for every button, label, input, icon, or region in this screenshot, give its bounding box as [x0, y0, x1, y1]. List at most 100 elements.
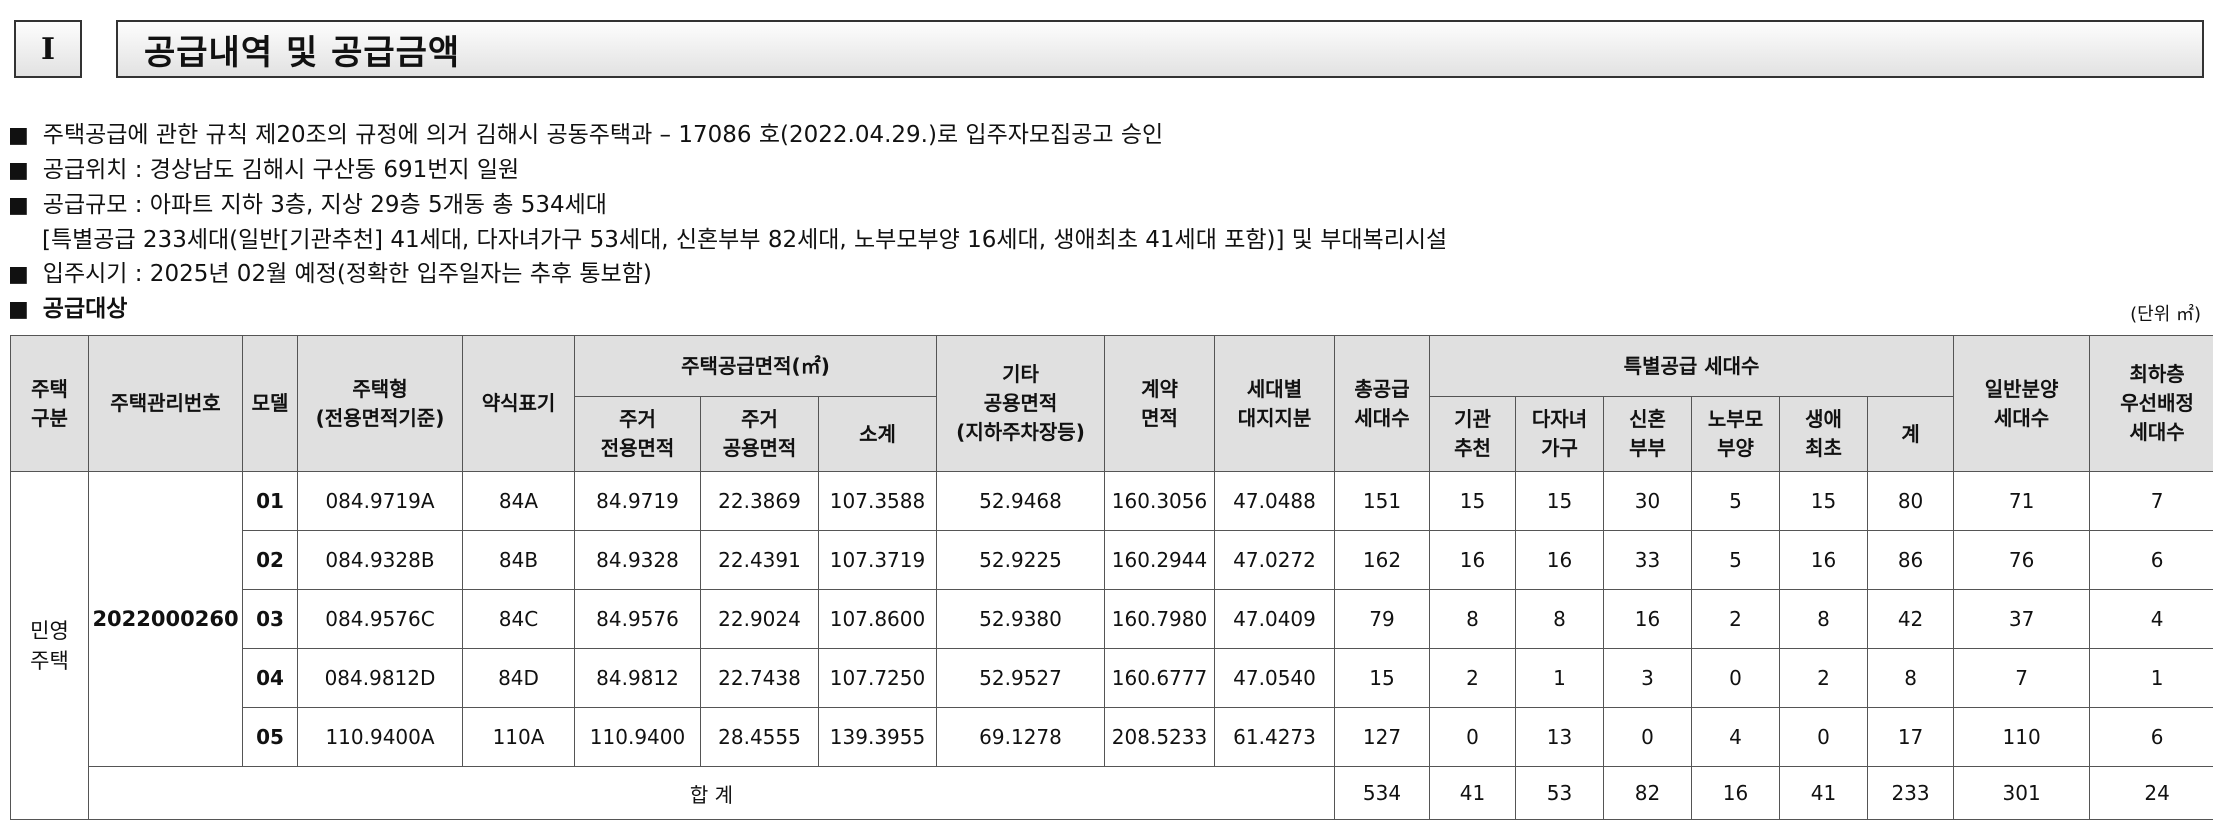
- table-cell: 107.3588: [817, 471, 938, 531]
- table-cell: 84.9576: [574, 589, 701, 649]
- table-cell: 4: [2089, 589, 2213, 649]
- table-cell: 208.5233: [1104, 707, 1216, 767]
- table-cell: 8: [1867, 648, 1955, 708]
- note-special-supply: [특별공급 233세대(일반[기관추천] 41세대, 다자녀가구 53세대, 신…: [42, 227, 1448, 253]
- table-cell: 160.7980: [1104, 589, 1216, 649]
- table-cell: 110A: [462, 707, 575, 767]
- table-cell: 139.3955: [817, 707, 938, 767]
- table-cell: 0: [1691, 648, 1781, 708]
- table-cell: 86: [1867, 530, 1955, 590]
- table-cell: 2: [1691, 589, 1781, 649]
- model-cell: 02: [242, 530, 298, 590]
- bullet-square-icon: ■: [8, 158, 29, 183]
- header-housing-type: 주택 구분: [10, 335, 89, 472]
- total-row: 합 계 534 41 53 82 16 41 233 301 24: [11, 766, 2213, 820]
- table-cell: 2: [1429, 648, 1517, 708]
- table-cell: 4: [1691, 707, 1781, 767]
- model-cell: 05: [242, 707, 298, 767]
- table-cell: 52.9468: [936, 471, 1106, 531]
- section-header: I 공급내역 및 공급금액: [14, 20, 2204, 78]
- header-contract-area: 계약 면적: [1104, 335, 1216, 472]
- header-exclusive: 주거 전용면적: [574, 396, 701, 472]
- total-cell: 233: [1867, 766, 1955, 820]
- table-row: 05 110.9400A 110A 110.9400 28.4555 139.3…: [11, 707, 2213, 767]
- table-cell: 84B: [462, 530, 575, 590]
- table-cell: 110.9400A: [297, 707, 463, 767]
- header-total-units: 총공급 세대수: [1334, 335, 1431, 472]
- table-cell: 37: [1953, 589, 2091, 649]
- header-short: 약식표기: [462, 335, 575, 472]
- total-cell: 301: [1953, 766, 2091, 820]
- bullet-square-icon: ■: [8, 123, 29, 148]
- header-general: 일반분양 세대수: [1953, 335, 2091, 472]
- header-other-common: 기타 공용면적 (지하주차장등): [936, 335, 1106, 472]
- table-cell: 84C: [462, 589, 575, 649]
- table-cell: 22.4391: [700, 530, 819, 590]
- total-cell: 41: [1779, 766, 1869, 820]
- table-cell: 15: [1334, 648, 1431, 708]
- table-row: 03 084.9576C 84C 84.9576 22.9024 107.860…: [11, 589, 2213, 649]
- header-multi-child: 다자녀 가구: [1515, 396, 1605, 472]
- table-cell: 160.3056: [1104, 471, 1216, 531]
- header-model: 모델: [242, 335, 298, 472]
- table-cell: 15: [1429, 471, 1517, 531]
- bullet-square-icon: ■: [8, 193, 29, 218]
- header-house-type: 주택형 (전용면적기준): [297, 335, 463, 472]
- table-cell: 084.9576C: [297, 589, 463, 649]
- unit-label: (단위 ㎡): [2130, 304, 2201, 325]
- header-special-sum: 계: [1867, 396, 1955, 472]
- table-cell: 47.0540: [1214, 648, 1336, 708]
- header-lowest-floor: 최하층 우선배정 세대수: [2089, 335, 2213, 472]
- table-cell: 5: [1691, 530, 1781, 590]
- header-subtotal: 소계: [817, 396, 938, 472]
- total-cell: 41: [1429, 766, 1517, 820]
- table-cell: 107.3719: [817, 530, 938, 590]
- table-cell: 8: [1429, 589, 1517, 649]
- table-cell: 107.7250: [817, 648, 938, 708]
- table-cell: 162: [1334, 530, 1431, 590]
- table-cell: 084.9328B: [297, 530, 463, 590]
- table-cell: 7: [1953, 648, 2091, 708]
- total-cell: 82: [1603, 766, 1693, 820]
- header-common: 주거 공용면적: [700, 396, 819, 472]
- table-cell: 84D: [462, 648, 575, 708]
- table-cell: 17: [1867, 707, 1955, 767]
- header-mgmt-no: 주택관리번호: [88, 335, 243, 472]
- table-cell: 61.4273: [1214, 707, 1336, 767]
- table-cell: 16: [1515, 530, 1605, 590]
- table-cell: 127: [1334, 707, 1431, 767]
- model-cell: 01: [242, 471, 298, 531]
- table-cell: 8: [1515, 589, 1605, 649]
- table-cell: 42: [1867, 589, 1955, 649]
- section-title: 공급내역 및 공급금액: [116, 20, 2204, 78]
- table-cell: 16: [1429, 530, 1517, 590]
- table-cell: 22.9024: [700, 589, 819, 649]
- table-cell: 15: [1779, 471, 1869, 531]
- table-row: 02 084.9328B 84B 84.9328 22.4391 107.371…: [11, 530, 2213, 590]
- table-row: 민영 주택 2022000260 01 084.9719A 84A 84.971…: [10, 471, 2213, 820]
- mgmt-no-cell: 2022000260: [88, 471, 243, 767]
- table-cell: 160.2944: [1104, 530, 1216, 590]
- note-move-in: ■ 입주시기 : 2025년 02월 예정(정확한 입주일자는 추후 통보함): [8, 261, 652, 287]
- header-inst: 기관 추천: [1429, 396, 1517, 472]
- total-cell: 534: [1334, 766, 1431, 820]
- supply-table: 주택 구분 주택관리번호 모델 주택형 (전용면적기준) 약식표기 주택공급면적…: [10, 335, 2213, 820]
- table-cell: 5: [1691, 471, 1781, 531]
- housing-type-cell: 민영 주택: [10, 471, 89, 820]
- table-cell: 69.1278: [936, 707, 1106, 767]
- header-special: 특별공급 세대수: [1429, 335, 1955, 397]
- table-cell: 2: [1779, 648, 1869, 708]
- table-cell: 16: [1603, 589, 1693, 649]
- table-cell: 84.9719: [574, 471, 701, 531]
- table-cell: 22.7438: [700, 648, 819, 708]
- table-cell: 160.6777: [1104, 648, 1216, 708]
- table-cell: 151: [1334, 471, 1431, 531]
- table-cell: 79: [1334, 589, 1431, 649]
- header-land-share: 세대별 대지지분: [1214, 335, 1336, 472]
- table-cell: 52.9527: [936, 648, 1106, 708]
- note-scale: ■ 공급규모 : 아파트 지하 3층, 지상 29층 5개동 총 534세대: [8, 192, 607, 218]
- notes-list: ■ 주택공급에 관한 규칙 제20조의 규정에 의거 김해시 공동주택과 – 17…: [8, 118, 1447, 327]
- table-cell: 084.9719A: [297, 471, 463, 531]
- section-number: I: [14, 20, 82, 78]
- table-cell: 52.9225: [936, 530, 1106, 590]
